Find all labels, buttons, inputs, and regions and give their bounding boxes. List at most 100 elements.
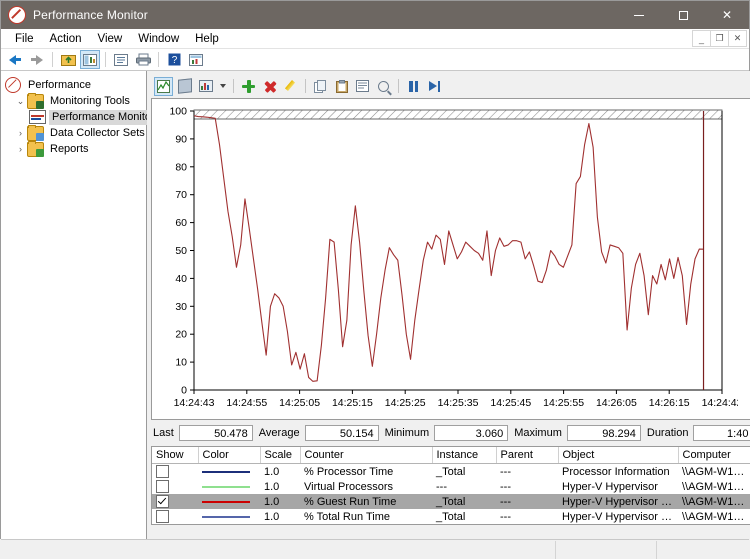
zoom-icon[interactable]	[374, 77, 393, 96]
properties-icon[interactable]	[353, 77, 372, 96]
minimize-button[interactable]	[617, 1, 661, 29]
show-checkbox[interactable]	[152, 479, 198, 494]
highlight-icon[interactable]	[281, 77, 300, 96]
table-row[interactable]: 1.0 % Total Run Time _Total --- Hyper-V Hype…	[152, 509, 750, 524]
maximize-button[interactable]	[661, 1, 705, 29]
cell-object: Hyper-V Hypervisor Virtu...	[558, 494, 678, 509]
sidebar-item-label: Monitoring Tools	[50, 94, 130, 107]
table-row[interactable]: 1.0 Virtual Processors --- --- Hyper-V Hyper…	[152, 479, 750, 494]
menu-help[interactable]: Help	[187, 31, 227, 47]
graph-type-dropdown-icon[interactable]	[217, 77, 228, 96]
column-header-computer[interactable]: Computer	[678, 447, 750, 464]
column-header-color[interactable]: Color	[198, 447, 261, 464]
print-icon[interactable]	[133, 50, 153, 69]
graph-canvas[interactable]: 0 10 20 30 40 50 60 70 80 90 100 14:24:43 14:24:55 14…	[152, 99, 738, 419]
chevron-down-icon[interactable]: ⌄	[14, 96, 27, 107]
status-segment	[656, 540, 749, 559]
performance-monitor-pane: 0 10 20 30 40 50 60 70 80 90 100 14:24:43 14:24:55 14…	[147, 71, 750, 539]
change-graph-type-icon[interactable]	[196, 77, 215, 96]
color-swatch	[198, 464, 260, 480]
performance-monitor-icon	[8, 6, 26, 24]
mdi-close-button[interactable]: ✕	[728, 30, 747, 47]
column-header-counter[interactable]: Counter	[300, 447, 433, 464]
chevron-right-icon[interactable]: ›	[14, 128, 27, 138]
new-window-icon[interactable]	[186, 50, 206, 69]
close-button[interactable]: ✕	[705, 1, 749, 29]
tree-root-performance[interactable]: Performance	[5, 77, 146, 93]
show-checkbox[interactable]	[152, 509, 198, 524]
sidebar-item-reports[interactable]: › Reports	[5, 140, 146, 157]
svg-text:10: 10	[175, 357, 187, 369]
stat-last-label: Last	[153, 426, 174, 439]
cell-parent: ---	[500, 480, 511, 493]
color-swatch	[198, 494, 260, 509]
paste-counter-list-icon[interactable]	[332, 77, 351, 96]
column-header-scale[interactable]: Scale	[260, 447, 301, 464]
counter-table[interactable]: Show Color Scale Counter Instance Parent…	[151, 446, 750, 525]
freeze-display-icon[interactable]	[404, 77, 423, 96]
column-header-object[interactable]: Object	[558, 447, 679, 464]
svg-text:80: 80	[175, 161, 187, 173]
performance-monitor-small-icon	[29, 110, 46, 124]
chart-toolbar-separator	[233, 79, 234, 93]
main-body: Performance ⌄ Monitoring Tools Performan…	[1, 71, 750, 539]
menu-file[interactable]: File	[7, 31, 42, 47]
stat-minimum-label: Minimum	[384, 426, 430, 439]
copy-properties-icon[interactable]	[311, 77, 330, 96]
column-header-show[interactable]: Show	[152, 447, 199, 464]
svg-text:14:26:15: 14:26:15	[649, 397, 690, 409]
svg-text:40: 40	[175, 273, 187, 285]
cell-parent: ---	[496, 494, 558, 509]
show-checkbox[interactable]	[152, 464, 198, 480]
cell-parent: ---	[500, 510, 511, 523]
menu-action[interactable]: Action	[42, 31, 90, 47]
column-header-instance[interactable]: Instance	[432, 447, 497, 464]
menu-window[interactable]: Window	[130, 31, 187, 47]
chevron-right-icon[interactable]: ›	[14, 144, 27, 154]
sidebar-item-performance-monitor[interactable]: Performance Monitor	[5, 109, 158, 125]
sidebar-item-monitoring-tools[interactable]: ⌄ Monitoring Tools	[5, 92, 146, 109]
svg-text:14:24:42: 14:24:42	[702, 397, 738, 409]
svg-text:14:25:25: 14:25:25	[385, 397, 426, 409]
up-folder-icon[interactable]	[58, 50, 78, 69]
cell-object: Hyper-V Hypervisor Virtu...	[562, 510, 678, 523]
view-histogram-icon[interactable]	[175, 77, 194, 96]
performance-graph[interactable]: 0 10 20 30 40 50 60 70 80 90 100 14:24:43 14:24:55 14…	[151, 98, 750, 420]
add-counter-icon[interactable]	[239, 77, 258, 96]
status-bar	[1, 539, 749, 559]
toolbar-separator	[158, 52, 159, 67]
table-row[interactable]: 1.0% Guest Run Time _Total --- Hyper-V Hype…	[152, 494, 750, 509]
view-graph-icon[interactable]	[154, 76, 173, 96]
cell-scale: 1.0	[260, 494, 300, 509]
menu-view[interactable]: View	[90, 31, 131, 47]
update-data-icon[interactable]	[425, 77, 444, 96]
chart-toolbar	[151, 75, 750, 97]
show-checkbox[interactable]	[152, 494, 198, 509]
svg-text:14:24:43: 14:24:43	[174, 397, 215, 409]
cell-scale: 1.0	[264, 510, 280, 523]
window-controls: ✕	[617, 1, 749, 29]
svg-text:14:26:05: 14:26:05	[596, 397, 637, 409]
show-console-tree-icon[interactable]	[80, 50, 100, 69]
delete-counter-icon[interactable]	[260, 77, 279, 96]
cell-object: Hyper-V Hypervisor	[562, 480, 658, 493]
forward-icon[interactable]	[27, 50, 47, 69]
help-icon[interactable]: ?	[164, 50, 184, 69]
table-row[interactable]: 1.0 % Processor Time _Total --- Processor In…	[152, 464, 750, 480]
table-header-row: Show Color Scale Counter Instance Parent…	[152, 447, 750, 464]
cell-counter: Virtual Processors	[304, 480, 394, 493]
folder-monitoring-icon	[27, 92, 44, 109]
stat-duration-label: Duration	[646, 426, 689, 439]
menu-bar: File Action View Window Help _ ❐ ✕	[1, 29, 749, 49]
sidebar-item-data-collector-sets[interactable]: › Data Collector Sets	[5, 124, 146, 141]
chart-toolbar-separator	[305, 79, 306, 93]
svg-text:14:25:35: 14:25:35	[438, 397, 479, 409]
properties-icon[interactable]	[111, 50, 131, 69]
back-icon[interactable]	[5, 50, 25, 69]
mdi-restore-button[interactable]: ❐	[710, 30, 729, 47]
mdi-minimize-button[interactable]: _	[692, 30, 711, 47]
svg-text:70: 70	[175, 189, 187, 201]
cell-scale: 1.0	[264, 465, 280, 478]
cell-object: Processor Information	[562, 465, 670, 478]
column-header-parent[interactable]: Parent	[496, 447, 559, 464]
